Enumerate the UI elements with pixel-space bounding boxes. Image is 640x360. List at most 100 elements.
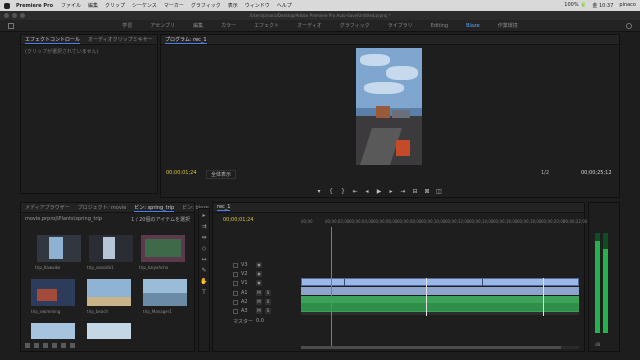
- eye-icon[interactable]: ◉: [256, 280, 262, 286]
- menu-file[interactable]: ファイル: [61, 2, 81, 9]
- clip-thumbnail[interactable]: [31, 279, 75, 306]
- timeline-timecode[interactable]: 00;00;01;24: [223, 217, 254, 223]
- export-frame-icon[interactable]: ◫: [436, 189, 442, 195]
- lock-icon[interactable]: [233, 290, 238, 296]
- slip-tool-icon[interactable]: ↔: [200, 256, 208, 264]
- clock[interactable]: 金 10:37: [592, 2, 613, 9]
- program-quality-select[interactable]: 1/2: [541, 170, 549, 176]
- play-icon[interactable]: ▶: [376, 189, 382, 195]
- type-tool-icon[interactable]: T: [200, 289, 208, 297]
- tab-sequence[interactable]: rec_1: [217, 204, 231, 211]
- workspace-assembly[interactable]: アセンブリ: [141, 20, 184, 32]
- menu-sequence[interactable]: シーケンス: [132, 2, 157, 9]
- track-header-a3[interactable]: A3 M S: [233, 307, 299, 315]
- video-clip-v1[interactable]: [301, 278, 579, 286]
- mute-icon[interactable]: M: [256, 308, 262, 314]
- selection-tool-icon[interactable]: ▸: [200, 212, 208, 220]
- track-select-tool-icon[interactable]: ⇉: [200, 223, 208, 231]
- menu-help[interactable]: ヘルプ: [277, 2, 292, 9]
- track-header-v3[interactable]: V3 ◉: [233, 261, 299, 269]
- workspace-learning[interactable]: 学習: [113, 20, 141, 32]
- tab-audio-clip-mixer[interactable]: オーディオクリップミキサー: [88, 36, 153, 43]
- clip-thumbnail[interactable]: [89, 235, 133, 262]
- zoom-button[interactable]: [20, 13, 25, 18]
- time-ruler[interactable]: 00;00 00;00;02;00 00;00;04;00 00;00;06;0…: [301, 217, 587, 227]
- workspace-libraries[interactable]: ライブラリ: [379, 20, 422, 32]
- lock-icon[interactable]: [233, 280, 238, 286]
- list-view-icon[interactable]: [34, 343, 39, 348]
- track-header-v1[interactable]: V1 ◉: [233, 279, 299, 287]
- lift-icon[interactable]: ⊟: [412, 189, 418, 195]
- step-back-icon[interactable]: ◂: [364, 189, 370, 195]
- workspace-workspace[interactable]: 作業環境: [489, 20, 527, 32]
- program-zoom-select[interactable]: 全体表示: [206, 170, 237, 179]
- track-header-a2[interactable]: A2 M S: [233, 298, 299, 306]
- mark-out2-icon[interactable]: }: [340, 189, 346, 195]
- clip-thumbnail[interactable]: [31, 323, 75, 339]
- icon-view-icon[interactable]: [43, 343, 48, 348]
- solo-icon[interactable]: S: [265, 290, 271, 296]
- eye-icon[interactable]: ◉: [256, 271, 262, 277]
- workspace-effects[interactable]: エフェクト: [245, 20, 288, 32]
- timeline-zoom-scrollbar[interactable]: [301, 346, 579, 349]
- lock-icon[interactable]: [233, 271, 238, 277]
- go-to-in-icon[interactable]: ⇤: [352, 189, 358, 195]
- mute-icon[interactable]: M: [256, 299, 262, 305]
- hand-tool-icon[interactable]: ✋: [200, 278, 208, 286]
- home-icon[interactable]: [8, 23, 14, 29]
- trash-icon[interactable]: [70, 343, 75, 348]
- zoom-thumb[interactable]: [301, 346, 561, 349]
- lock-icon[interactable]: [233, 299, 238, 305]
- program-video-frame[interactable]: [356, 48, 422, 165]
- search-icon[interactable]: [626, 23, 632, 29]
- tab-media-browser[interactable]: メディアブラウザー: [25, 204, 70, 211]
- razor-tool-icon[interactable]: ◇: [200, 245, 208, 253]
- workspace-audio[interactable]: オーディオ: [288, 20, 331, 32]
- mark-out-icon[interactable]: {: [328, 189, 334, 195]
- tab-program[interactable]: プログラム: rec_1: [165, 36, 207, 44]
- workspace-editing[interactable]: 編集: [184, 20, 212, 32]
- mark-in-icon[interactable]: ▾: [316, 189, 322, 195]
- solo-icon[interactable]: S: [265, 308, 271, 314]
- tab-project[interactable]: プロジェクト: movie: [78, 204, 127, 211]
- solo-icon[interactable]: S: [265, 299, 271, 305]
- lock-icon[interactable]: [233, 308, 238, 314]
- eye-icon[interactable]: ◉: [256, 262, 262, 268]
- extract-icon[interactable]: ⊠: [424, 189, 430, 195]
- clip-thumbnail[interactable]: [143, 279, 187, 306]
- menu-view[interactable]: 表示: [228, 2, 238, 9]
- clip-thumbnail[interactable]: [37, 235, 81, 262]
- lock-icon[interactable]: [25, 343, 30, 348]
- workspace-color[interactable]: カラー: [212, 20, 245, 32]
- menu-window[interactable]: ウィンドウ: [245, 2, 270, 9]
- workspace-editing-en[interactable]: Editing: [422, 20, 457, 32]
- app-menu[interactable]: Premiere Pro: [16, 3, 53, 9]
- new-item-icon[interactable]: [61, 343, 66, 348]
- audio-clip-a3[interactable]: [301, 311, 579, 315]
- mute-icon[interactable]: M: [256, 290, 262, 296]
- master-value[interactable]: 0.0: [256, 318, 268, 324]
- minimize-button[interactable]: [12, 13, 17, 18]
- battery-status[interactable]: 100% 🔋: [564, 2, 586, 9]
- menu-edit[interactable]: 編集: [88, 2, 98, 9]
- new-bin-icon[interactable]: [52, 343, 57, 348]
- clip-thumbnail[interactable]: [87, 279, 131, 306]
- workspace-graphics[interactable]: グラフィック: [331, 20, 379, 32]
- menu-clip[interactable]: クリップ: [105, 2, 125, 9]
- menu-graphics[interactable]: グラフィック: [191, 2, 221, 9]
- ripple-edit-tool-icon[interactable]: ⇹: [200, 234, 208, 242]
- clip-thumbnail[interactable]: [141, 235, 185, 262]
- tab-bin-spring-trip[interactable]: ビン: spring_trip: [134, 204, 175, 212]
- pen-tool-icon[interactable]: ✎: [200, 267, 208, 275]
- lock-icon[interactable]: [233, 262, 238, 268]
- program-playhead-timecode[interactable]: 00;00;01;24: [166, 170, 197, 176]
- workspace-blaze[interactable]: Blaze: [457, 20, 489, 32]
- track-header-v2[interactable]: V2 ◉: [233, 270, 299, 278]
- user-menu[interactable]: pinaco: [619, 2, 636, 9]
- apple-icon[interactable]: [4, 2, 10, 9]
- close-button[interactable]: [4, 13, 9, 18]
- menu-marker[interactable]: マーカー: [164, 2, 184, 9]
- audio-clip-a1[interactable]: [301, 296, 579, 303]
- step-forward-icon[interactable]: ▸: [388, 189, 394, 195]
- go-to-out-icon[interactable]: ⇥: [400, 189, 406, 195]
